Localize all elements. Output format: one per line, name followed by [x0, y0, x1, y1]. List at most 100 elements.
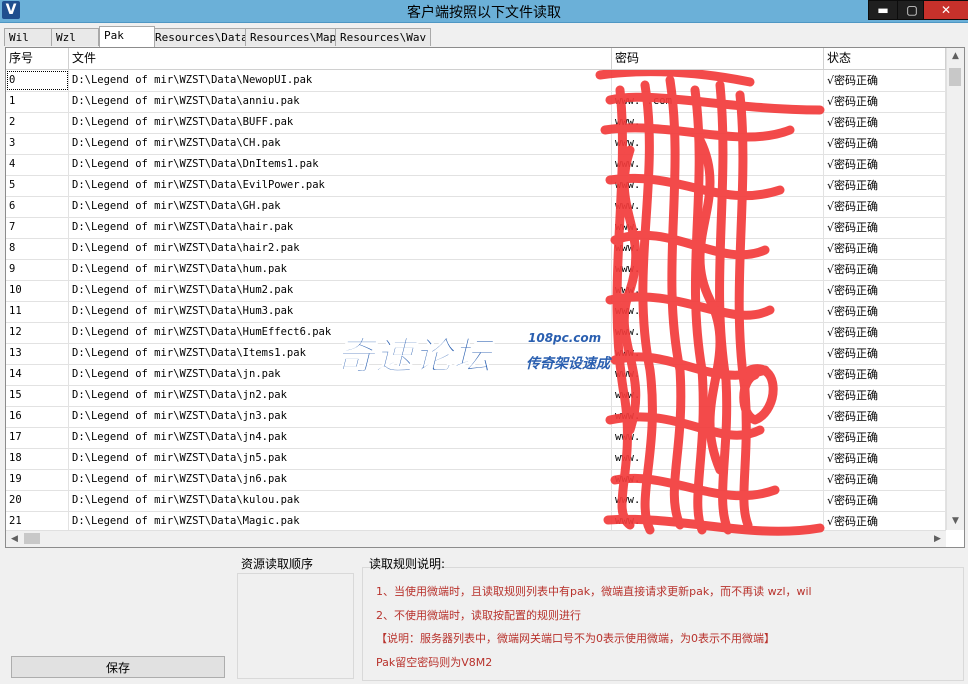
table-row[interactable]: 5 D:\Legend of mir\WZST\Data\EvilPower.pa…: [6, 175, 946, 197]
row-index-cell[interactable]: 6: [6, 196, 69, 217]
tab-wzl[interactable]: Wzl: [51, 28, 99, 46]
row-status-cell[interactable]: √密码正确: [824, 280, 946, 301]
row-password-cell[interactable]: www.: [612, 406, 824, 427]
row-password-cell[interactable]: www.: [612, 112, 824, 133]
row-index-cell[interactable]: 21: [6, 511, 69, 530]
row-file-cell[interactable]: D:\Legend of mir\WZST\Data\jn2.pak: [69, 385, 612, 406]
row-password-cell[interactable]: www.: [612, 280, 824, 301]
scroll-up-icon[interactable]: ▲: [947, 48, 964, 65]
table-row[interactable]: 1 D:\Legend of mir\WZST\Data\anniu.pak www…: [6, 91, 946, 113]
horizontal-scrollbar[interactable]: ◀ ▶: [6, 530, 946, 547]
minimize-button[interactable]: ▬: [868, 0, 898, 20]
row-status-cell[interactable]: √密码正确: [824, 448, 946, 469]
table-row[interactable]: 16 D:\Legend of mir\WZST\Data\jn3.pak www.…: [6, 406, 946, 428]
tab-resources-map[interactable]: Resources\Map: [245, 28, 339, 46]
row-file-cell[interactable]: D:\Legend of mir\WZST\Data\EvilPower.pak: [69, 175, 612, 196]
row-status-cell[interactable]: √密码正确: [824, 91, 946, 112]
row-status-cell[interactable]: √密码正确: [824, 469, 946, 490]
table-row[interactable]: 2 D:\Legend of mir\WZST\Data\BUFF.pak www.…: [6, 112, 946, 134]
row-status-cell[interactable]: √密码正确: [824, 364, 946, 385]
row-file-cell[interactable]: D:\Legend of mir\WZST\Data\HumEffect6.pa…: [69, 322, 612, 343]
table-row[interactable]: 12 D:\Legend of mir\WZST\Data\HumEffect6.…: [6, 322, 946, 344]
row-file-cell[interactable]: D:\Legend of mir\WZST\Data\Magic.pak: [69, 511, 612, 530]
row-status-cell[interactable]: √密码正确: [824, 196, 946, 217]
table-row[interactable]: 21 D:\Legend of mir\WZST\Data\Magic.pak ww…: [6, 511, 946, 530]
row-index-cell[interactable]: 18: [6, 448, 69, 469]
row-file-cell[interactable]: D:\Legend of mir\WZST\Data\jn4.pak: [69, 427, 612, 448]
row-password-cell[interactable]: www.: [612, 238, 824, 259]
close-button[interactable]: ✕: [923, 0, 968, 20]
row-index-cell[interactable]: 11: [6, 301, 69, 322]
row-status-cell[interactable]: √密码正确: [824, 175, 946, 196]
table-row[interactable]: 17 D:\Legend of mir\WZST\Data\jn4.pak www.…: [6, 427, 946, 449]
tab-pak[interactable]: Pak: [99, 26, 155, 47]
column-header-status[interactable]: 状态: [824, 48, 946, 69]
row-index-cell[interactable]: 16: [6, 406, 69, 427]
row-status-cell[interactable]: √密码正确: [824, 238, 946, 259]
row-status-cell[interactable]: √密码正确: [824, 154, 946, 175]
row-password-cell[interactable]: www.: [612, 133, 824, 154]
row-index-cell[interactable]: 12: [6, 322, 69, 343]
row-file-cell[interactable]: D:\Legend of mir\WZST\Data\CH.pak: [69, 133, 612, 154]
row-password-cell[interactable]: www. .com: [612, 91, 824, 112]
row-file-cell[interactable]: D:\Legend of mir\WZST\Data\jn6.pak: [69, 469, 612, 490]
table-row[interactable]: 9 D:\Legend of mir\WZST\Data\hum.pak www. √…: [6, 259, 946, 281]
row-password-cell[interactable]: www.: [612, 427, 824, 448]
row-index-cell[interactable]: 13: [6, 343, 69, 364]
table-row[interactable]: 11 D:\Legend of mir\WZST\Data\Hum3.pak www…: [6, 301, 946, 323]
row-password-cell[interactable]: www.: [612, 154, 824, 175]
row-file-cell[interactable]: D:\Legend of mir\WZST\Data\hair2.pak: [69, 238, 612, 259]
scroll-left-icon[interactable]: ◀: [6, 531, 23, 547]
row-password-cell[interactable]: www.: [612, 490, 824, 511]
table-row[interactable]: 8 D:\Legend of mir\WZST\Data\hair2.pak www…: [6, 238, 946, 260]
row-file-cell[interactable]: D:\Legend of mir\WZST\Data\jn.pak: [69, 364, 612, 385]
horizontal-scroll-thumb[interactable]: [24, 533, 40, 544]
row-password-cell[interactable]: www.: [612, 511, 824, 530]
tab-wil[interactable]: Wil: [4, 28, 54, 46]
row-index-cell[interactable]: 17: [6, 427, 69, 448]
row-password-cell[interactable]: www.: [612, 196, 824, 217]
row-status-cell[interactable]: √密码正确: [824, 217, 946, 238]
table-row[interactable]: 18 D:\Legend of mir\WZST\Data\jn5.pak www.…: [6, 448, 946, 470]
row-index-cell[interactable]: 20: [6, 490, 69, 511]
resource-order-list[interactable]: [237, 573, 354, 679]
row-index-cell[interactable]: 9: [6, 259, 69, 280]
row-password-cell[interactable]: www.: [612, 469, 824, 490]
row-file-cell[interactable]: D:\Legend of mir\WZST\Data\anniu.pak: [69, 91, 612, 112]
table-row[interactable]: 20 D:\Legend of mir\WZST\Data\kulou.pak ww…: [6, 490, 946, 512]
row-file-cell[interactable]: D:\Legend of mir\WZST\Data\NewopUI.pak: [69, 70, 612, 91]
row-file-cell[interactable]: D:\Legend of mir\WZST\Data\hair.pak: [69, 217, 612, 238]
tab-resources-wav[interactable]: Resources\Wav: [335, 28, 431, 46]
row-status-cell[interactable]: √密码正确: [824, 511, 946, 530]
row-index-cell[interactable]: 8: [6, 238, 69, 259]
row-index-cell[interactable]: 15: [6, 385, 69, 406]
row-index-cell[interactable]: 1: [6, 91, 69, 112]
row-file-cell[interactable]: D:\Legend of mir\WZST\Data\DnItems1.pak: [69, 154, 612, 175]
row-status-cell[interactable]: √密码正确: [824, 322, 946, 343]
table-row[interactable]: 4 D:\Legend of mir\WZST\Data\DnItems1.pak…: [6, 154, 946, 176]
row-status-cell[interactable]: √密码正确: [824, 112, 946, 133]
row-password-cell[interactable]: [612, 70, 824, 91]
row-file-cell[interactable]: D:\Legend of mir\WZST\Data\Hum3.pak: [69, 301, 612, 322]
row-status-cell[interactable]: √密码正确: [824, 133, 946, 154]
row-status-cell[interactable]: √密码正确: [824, 490, 946, 511]
table-row[interactable]: 3 D:\Legend of mir\WZST\Data\CH.pak www. √密…: [6, 133, 946, 155]
scroll-down-icon[interactable]: ▼: [947, 513, 964, 530]
row-index-cell[interactable]: 0: [6, 70, 69, 91]
row-file-cell[interactable]: D:\Legend of mir\WZST\Data\BUFF.pak: [69, 112, 612, 133]
row-file-cell[interactable]: D:\Legend of mir\WZST\Data\Items1.pak: [69, 343, 612, 364]
table-row[interactable]: 6 D:\Legend of mir\WZST\Data\GH.pak www. √密…: [6, 196, 946, 218]
column-header-password[interactable]: 密码: [612, 48, 824, 69]
row-password-cell[interactable]: www.: [612, 322, 824, 343]
row-file-cell[interactable]: D:\Legend of mir\WZST\Data\jn5.pak: [69, 448, 612, 469]
row-file-cell[interactable]: D:\Legend of mir\WZST\Data\Hum2.pak: [69, 280, 612, 301]
row-password-cell[interactable]: www.: [612, 364, 824, 385]
row-password-cell[interactable]: www.: [612, 217, 824, 238]
row-index-cell[interactable]: 19: [6, 469, 69, 490]
row-password-cell[interactable]: www.: [612, 301, 824, 322]
row-file-cell[interactable]: D:\Legend of mir\WZST\Data\jn3.pak: [69, 406, 612, 427]
table-row[interactable]: 14 D:\Legend of mir\WZST\Data\jn.pak www. √…: [6, 364, 946, 386]
row-index-cell[interactable]: 5: [6, 175, 69, 196]
row-password-cell[interactable]: www.: [612, 343, 824, 364]
row-index-cell[interactable]: 2: [6, 112, 69, 133]
